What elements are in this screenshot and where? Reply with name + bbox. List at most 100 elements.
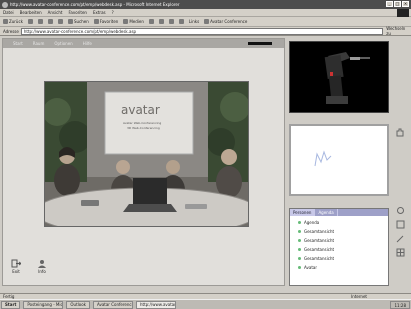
list-item[interactable]: Gesamtansicht: [298, 254, 388, 263]
subtab-start[interactable]: Start: [13, 41, 23, 46]
home-icon: [57, 19, 63, 24]
list-item[interactable]: Gesamtansicht: [298, 236, 388, 245]
participant-list: Personen Agenda Agenda Gesamtansicht Ges…: [289, 208, 389, 286]
list-item[interactable]: Avatar: [298, 263, 388, 272]
whiteboard-scribble: [314, 150, 332, 167]
user-icon: [298, 248, 301, 251]
user-icon: [38, 260, 46, 268]
participant-tabs: Personen Agenda: [290, 209, 388, 216]
windows-logo-icon: [397, 9, 409, 17]
user-icon: [298, 266, 301, 269]
window-titlebar: http://www.avatar-conference.com/pt/emp/…: [0, 0, 411, 9]
media-button[interactable]: Medien: [123, 19, 144, 24]
menu-ansicht[interactable]: Ansicht: [48, 10, 63, 15]
subtab-optionen[interactable]: Optionen: [54, 41, 72, 46]
user-icon: [298, 230, 301, 233]
menu-bearbeiten[interactable]: Bearbeiten: [20, 10, 42, 15]
exit-button[interactable]: Exit: [11, 259, 21, 274]
minimize-button[interactable]: _: [386, 1, 393, 7]
maximize-button[interactable]: □: [394, 1, 401, 7]
menu-help[interactable]: ?: [112, 10, 114, 15]
address-input[interactable]: http://www.avatar-conference.com/pt/emp/…: [20, 27, 384, 35]
room-scene: avatar Avatar Web-Conferencing 3D Web-Co…: [45, 82, 248, 226]
participant-items: Agenda Gesamtansicht Gesamtansicht Gesam…: [290, 216, 388, 272]
user-icon: [298, 239, 301, 242]
progress-strip: [248, 42, 272, 45]
room-sign-line1: Avatar Web-Conferencing: [123, 121, 161, 125]
favorites-button[interactable]: Favoriten: [93, 19, 118, 24]
settings-icon[interactable]: [395, 206, 406, 215]
user-icon: [298, 257, 301, 260]
system-tray-clock: 11:28: [390, 301, 410, 309]
grid-icon[interactable]: [395, 248, 406, 257]
back-button[interactable]: Zurück: [3, 19, 23, 24]
folder-right: [185, 204, 207, 209]
subtab-hilfe[interactable]: Hilfe: [83, 41, 92, 46]
pen-icon[interactable]: [395, 234, 406, 243]
taskbar: Start Posteingang - Micros... Outlook Av…: [0, 299, 411, 309]
user-icon: [298, 221, 301, 224]
home-button[interactable]: [57, 19, 63, 24]
menu-datei[interactable]: Datei: [3, 10, 14, 15]
avatar-conference-link[interactable]: Avatar Conference: [204, 19, 247, 24]
forward-icon: [27, 19, 33, 24]
window-title: http://www.avatar-conference.com/pt/emp/…: [10, 2, 180, 7]
task-browser[interactable]: http://www.avatar-co...: [135, 300, 176, 309]
address-bar: Adresse http://www.avatar-conference.com…: [0, 26, 411, 36]
stop-icon: [37, 19, 43, 24]
task-avatar-conference[interactable]: Avatar Conference: [92, 300, 133, 309]
edit-button[interactable]: [178, 19, 184, 24]
exit-label: Exit: [12, 269, 20, 274]
forward-button[interactable]: [27, 19, 33, 24]
exit-icon: [11, 259, 21, 268]
back-icon: [3, 19, 8, 24]
refresh-icon: [47, 19, 53, 24]
close-button[interactable]: ×: [402, 1, 409, 7]
list-item[interactable]: Agenda: [298, 218, 388, 227]
address-label: Adresse: [3, 28, 19, 34]
ie-icon: [2, 1, 8, 8]
list-item[interactable]: Gesamtansicht: [298, 245, 388, 254]
bottom-actions: Exit Info: [11, 259, 47, 274]
start-button[interactable]: Start: [1, 300, 21, 309]
laptop-screen: [133, 178, 167, 204]
search-button[interactable]: Suchen: [67, 19, 89, 24]
room-sign-line2: 3D Web-Conferencing: [127, 126, 160, 130]
media-icon: [123, 19, 129, 24]
list-item[interactable]: Gesamtansicht: [298, 227, 388, 236]
hand-icon[interactable]: [395, 128, 406, 137]
drill-object: [290, 42, 388, 112]
folder-left: [81, 200, 99, 206]
menu-extras[interactable]: Extras: [93, 10, 106, 15]
edit-icon: [178, 19, 184, 24]
document-icon[interactable]: [395, 220, 406, 229]
refresh-button[interactable]: [47, 19, 53, 24]
conference-panel: Start Raum Optionen Hilfe avatar Avatar …: [2, 38, 285, 286]
print-icon: [168, 19, 174, 24]
history-button[interactable]: [148, 19, 154, 24]
conference-room-view[interactable]: avatar Avatar Web-Conferencing 3D Web-Co…: [44, 81, 249, 227]
history-icon: [148, 19, 154, 24]
subtab-raum[interactable]: Raum: [33, 41, 45, 46]
object-3d-view[interactable]: [289, 41, 389, 113]
laptop-keyboard: [123, 204, 177, 212]
mail-icon: [158, 19, 164, 24]
favorites-icon: [93, 19, 99, 24]
menu-favoriten[interactable]: Favoriten: [68, 10, 87, 15]
mail-button[interactable]: [158, 19, 164, 24]
go-button[interactable]: Wechseln zu: [386, 26, 411, 36]
page-content: Start Raum Optionen Hilfe avatar Avatar …: [0, 36, 411, 293]
room-sign-brand: avatar: [121, 103, 160, 117]
links-button[interactable]: Links: [189, 19, 199, 24]
search-icon: [67, 19, 73, 24]
whiteboard[interactable]: [289, 124, 389, 196]
tab-personen[interactable]: Personen: [290, 209, 316, 216]
stop-button[interactable]: [37, 19, 43, 24]
task-outlook[interactable]: Outlook: [66, 300, 90, 309]
task-posteingang[interactable]: Posteingang - Micros...: [23, 300, 64, 309]
info-button[interactable]: Info: [37, 259, 47, 274]
conference-subbar: Start Raum Optionen Hilfe: [3, 39, 284, 48]
toolbar: Zurück Suchen Favoriten Medien Links Ava…: [0, 17, 411, 27]
tab-agenda[interactable]: Agenda: [315, 209, 338, 216]
print-button[interactable]: [168, 19, 174, 24]
